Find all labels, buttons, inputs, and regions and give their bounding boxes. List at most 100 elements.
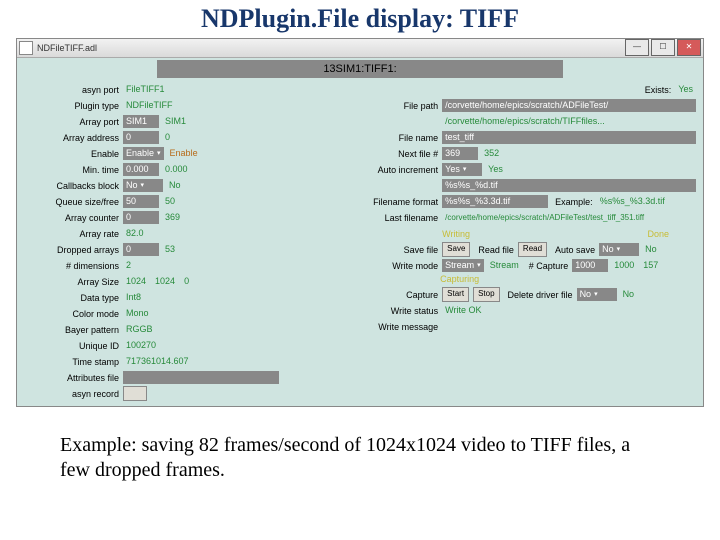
dropped-field[interactable]: 0 bbox=[123, 243, 159, 256]
fmt-label: Filename format bbox=[342, 197, 442, 207]
counter-label: Array counter bbox=[21, 213, 123, 223]
app-icon bbox=[19, 41, 33, 55]
wmode-dropdown[interactable]: Stream▾ bbox=[442, 259, 484, 272]
autoinc-dropdown[interactable]: Yes▾ bbox=[442, 163, 482, 176]
size-c: 0 bbox=[181, 275, 192, 288]
read-button[interactable]: Read bbox=[518, 242, 547, 257]
queue-label: Queue size/free bbox=[21, 197, 123, 207]
attr-field[interactable] bbox=[123, 371, 279, 384]
app-window: NDFileTIFF.adl — ☐ ✕ 13SIM1:TIFF1: asyn … bbox=[16, 38, 704, 407]
callbacks-label: Callbacks block bbox=[21, 181, 123, 191]
chevron-down-icon: ▾ bbox=[594, 288, 598, 301]
wmode-label: Write mode bbox=[342, 261, 442, 271]
queue-readback: 50 bbox=[162, 195, 178, 208]
min-time-label: Min. time bbox=[21, 165, 123, 175]
callbacks-readback: No bbox=[166, 179, 184, 192]
counter-readback: 369 bbox=[162, 211, 183, 224]
autoinc-readback: Yes bbox=[485, 163, 506, 176]
read-file-label: Read file bbox=[474, 245, 518, 255]
queue-field[interactable]: 50 bbox=[123, 195, 159, 208]
lastf-label: Last filename bbox=[342, 213, 442, 223]
wstatus-readback: Write OK bbox=[442, 304, 484, 317]
rate-readback: 82.0 bbox=[123, 227, 147, 240]
wmode-readback: Stream bbox=[487, 259, 522, 272]
fname-label: File name bbox=[342, 133, 442, 143]
capturing-section: Capturing bbox=[342, 274, 699, 287]
min-time-field[interactable]: 0.000 bbox=[123, 163, 159, 176]
minimize-button[interactable]: — bbox=[625, 39, 649, 56]
cmode-label: Color mode bbox=[21, 309, 123, 319]
fmt-field[interactable]: %s%s_%3.3d.tif bbox=[442, 195, 548, 208]
writing-section: Writing bbox=[442, 229, 470, 239]
ncapture-a: 1000 bbox=[611, 259, 637, 272]
array-port-label: Array port bbox=[21, 117, 123, 127]
size-b: 1024 bbox=[152, 275, 178, 288]
page-title: NDPlugin.File display: TIFF bbox=[0, 4, 720, 34]
dtype-readback: Int8 bbox=[123, 291, 144, 304]
save-label: Save file bbox=[342, 245, 442, 255]
bayer-label: Bayer pattern bbox=[21, 325, 123, 335]
callbacks-dropdown[interactable]: No▾ bbox=[123, 179, 163, 192]
fname-field[interactable]: test_tiff bbox=[442, 131, 696, 144]
autosave-readback: No bbox=[642, 243, 660, 256]
save-button[interactable]: Save bbox=[442, 242, 470, 257]
fmt-template-field[interactable]: %s%s_%d.tif bbox=[442, 179, 696, 192]
asyn-port-label: asyn port bbox=[21, 85, 123, 95]
exists-value: Yes bbox=[675, 83, 696, 96]
rate-label: Array rate bbox=[21, 229, 123, 239]
left-column: asyn portFileTIFF1 Plugin typeNDFileTIFF… bbox=[21, 82, 342, 402]
chevron-down-icon: ▾ bbox=[463, 163, 467, 176]
ncapture-label: # Capture bbox=[525, 261, 573, 271]
dtype-label: Data type bbox=[21, 293, 123, 303]
filepath-field[interactable]: /corvette/home/epics/scratch/ADFileTest/ bbox=[442, 99, 696, 112]
nextn-field[interactable]: 369 bbox=[442, 147, 478, 160]
enable-dropdown[interactable]: Enable▾ bbox=[123, 147, 164, 160]
cmode-readback: Mono bbox=[123, 307, 152, 320]
delete-file-label: Delete driver file bbox=[504, 290, 577, 300]
nextn-label: Next file # bbox=[342, 149, 442, 159]
array-addr-field[interactable]: 0 bbox=[123, 131, 159, 144]
asyn-record-button[interactable] bbox=[123, 386, 147, 401]
chevron-down-icon: ▾ bbox=[617, 243, 621, 256]
nextn-readback: 352 bbox=[481, 147, 502, 160]
ts-label: Time stamp bbox=[21, 357, 123, 367]
dims-readback: 2 bbox=[123, 259, 134, 272]
fmt-example-label: Example: bbox=[551, 197, 597, 207]
wstatus-label: Write status bbox=[342, 306, 442, 316]
pv-header: 13SIM1:TIFF1: bbox=[157, 60, 563, 78]
counter-field[interactable]: 0 bbox=[123, 211, 159, 224]
dims-label: # dimensions bbox=[21, 261, 123, 271]
autosave-label: Auto save bbox=[551, 245, 599, 255]
chevron-down-icon: ▾ bbox=[141, 179, 145, 192]
caption-text: Example: saving 82 frames/second of 1024… bbox=[60, 433, 660, 483]
autoinc-label: Auto increment bbox=[342, 165, 442, 175]
size-a: 1024 bbox=[123, 275, 149, 288]
chevron-down-icon: ▾ bbox=[477, 259, 481, 272]
maximize-button[interactable]: ☐ bbox=[651, 39, 675, 56]
array-port-field[interactable]: SIM1 bbox=[123, 115, 159, 128]
array-addr-label: Array address bbox=[21, 133, 123, 143]
attr-label: Attributes file bbox=[21, 373, 123, 383]
ncapture-field[interactable]: 1000 bbox=[572, 259, 608, 272]
size-label: Array Size bbox=[21, 277, 123, 287]
enable-readback: Enable bbox=[167, 147, 201, 160]
plugin-type-value: NDFileTIFF bbox=[123, 99, 176, 112]
capture-stop-button[interactable]: Stop bbox=[473, 287, 499, 302]
ncapture-b: 157 bbox=[640, 259, 661, 272]
enable-label: Enable bbox=[21, 149, 123, 159]
filepath-readback: /corvette/home/epics/scratch/TIFFfiles..… bbox=[442, 115, 696, 128]
capture-label: Capture bbox=[342, 290, 442, 300]
filepath-label: File path bbox=[342, 101, 442, 111]
dropped-readback: 53 bbox=[162, 243, 178, 256]
delete-file-dropdown[interactable]: No▾ bbox=[577, 288, 617, 301]
done-label: Done bbox=[647, 229, 669, 239]
capture-start-button[interactable]: Start bbox=[442, 287, 469, 302]
autosave-dropdown[interactable]: No▾ bbox=[599, 243, 639, 256]
array-port-readback: SIM1 bbox=[162, 115, 189, 128]
close-button[interactable]: ✕ bbox=[677, 39, 701, 56]
plugin-type-label: Plugin type bbox=[21, 101, 123, 111]
fmt-example: %s%s_%3.3d.tif bbox=[597, 195, 668, 208]
ts-readback: 717361014.607 bbox=[123, 355, 192, 368]
window-title: NDFileTIFF.adl bbox=[37, 43, 97, 53]
min-time-readback: 0.000 bbox=[162, 163, 191, 176]
